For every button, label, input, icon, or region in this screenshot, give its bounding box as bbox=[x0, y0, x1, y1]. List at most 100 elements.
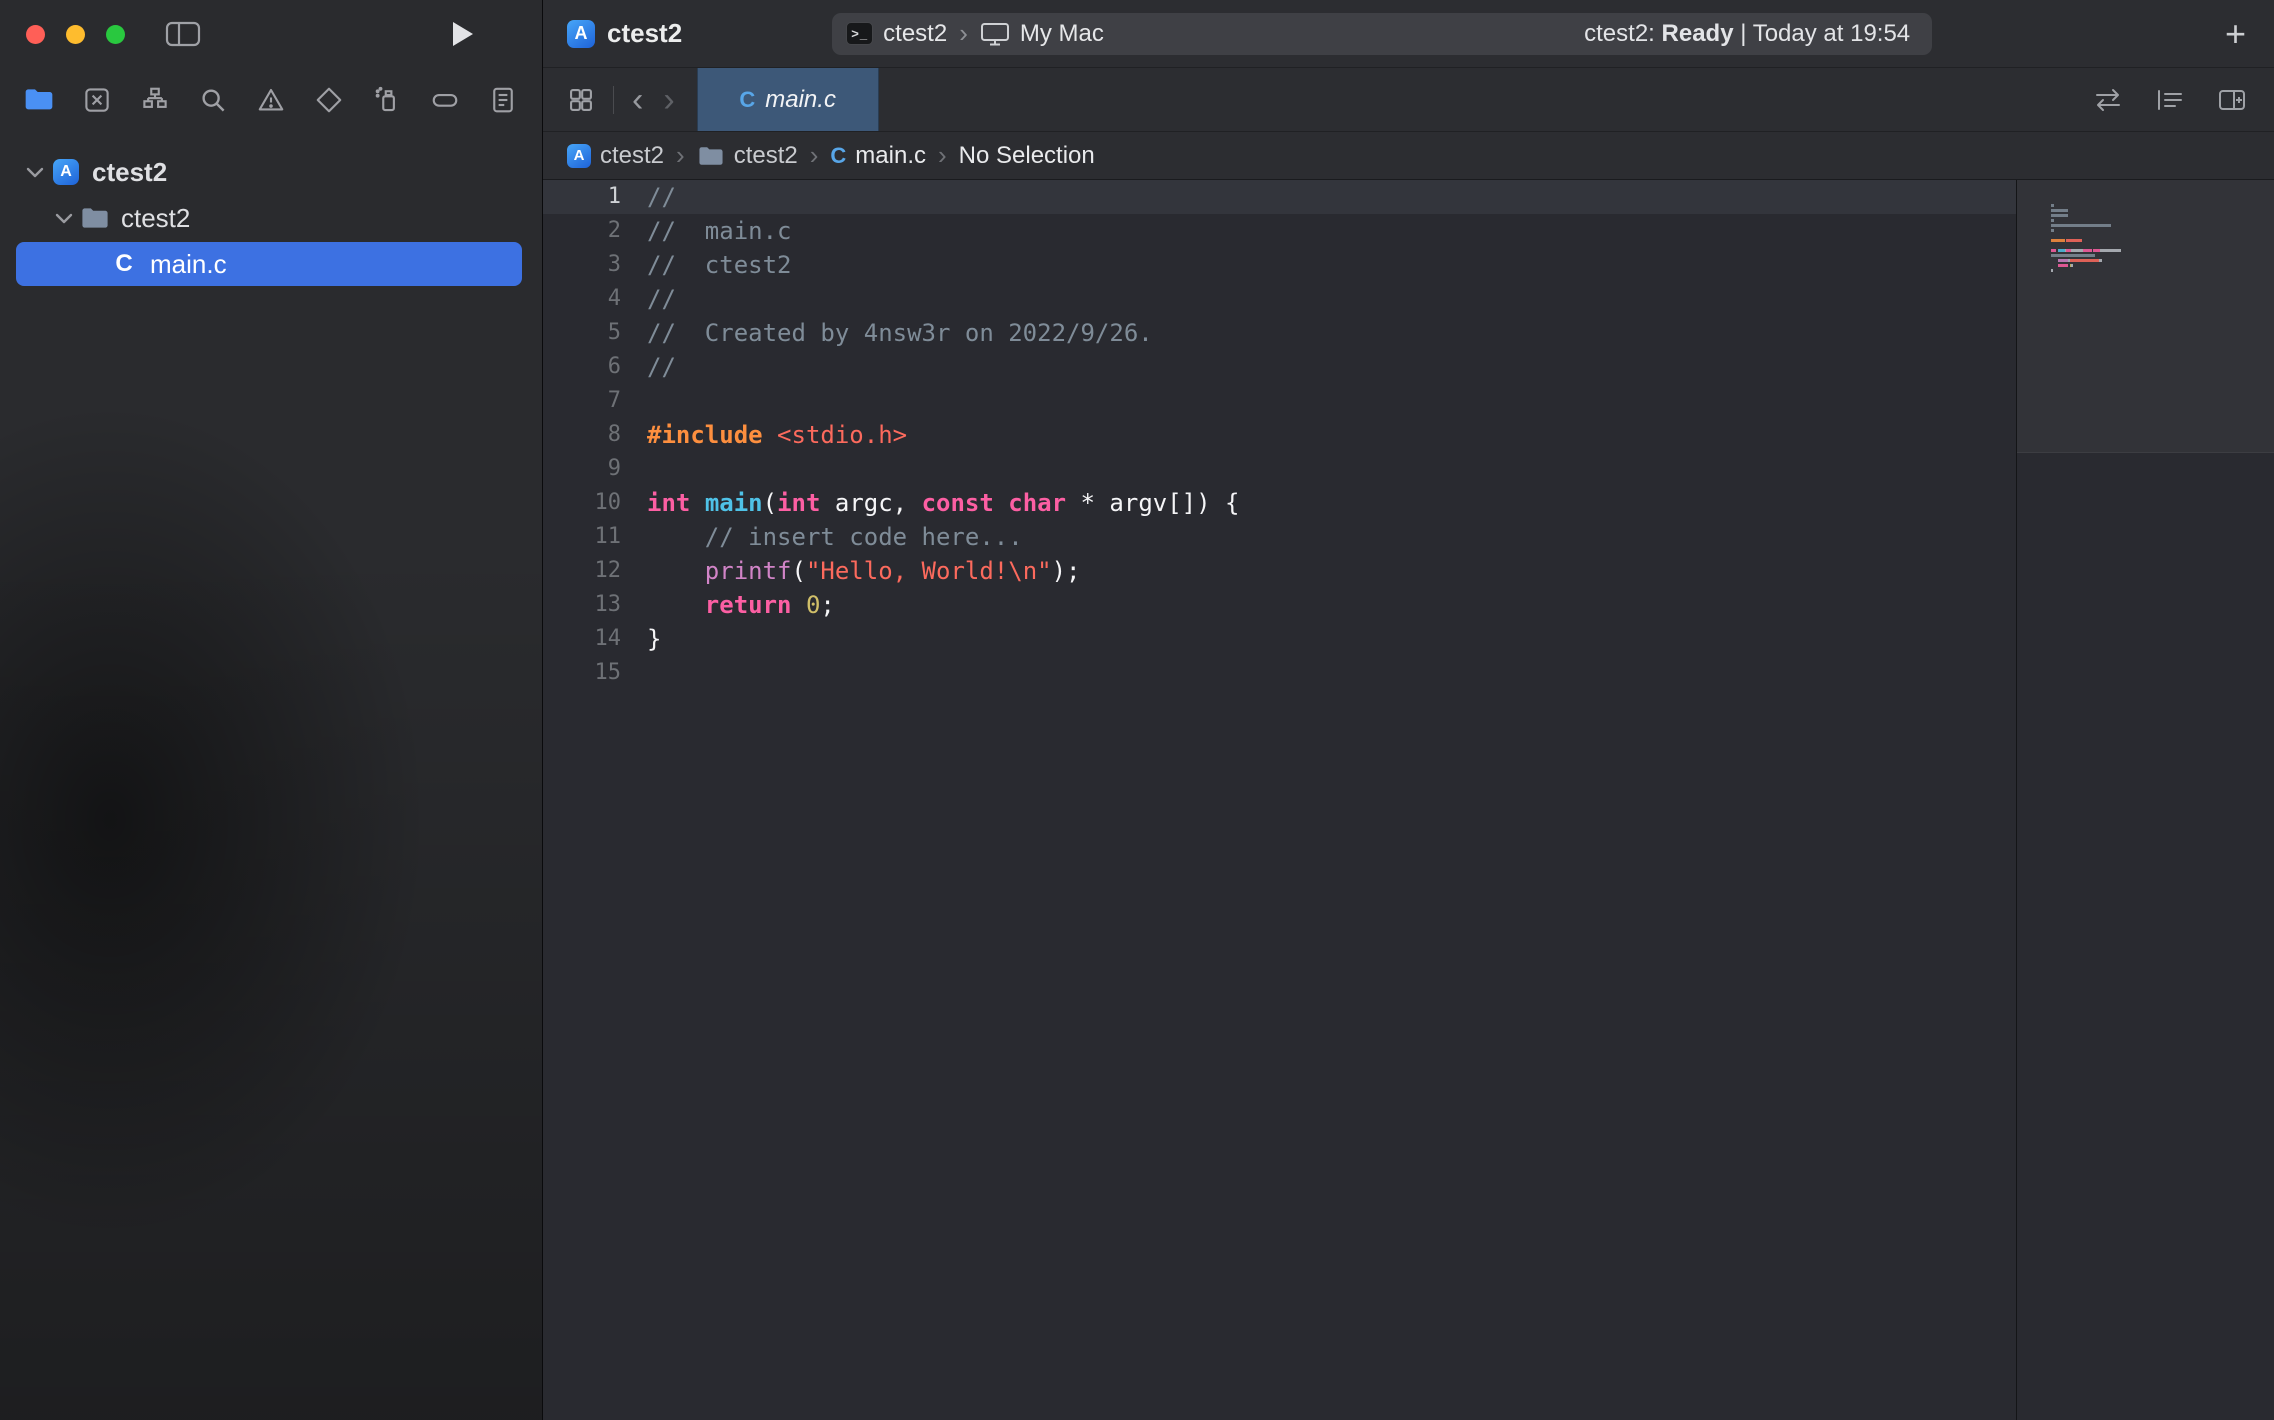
jump-bar: A ctest2 › ctest2 › C main.c › No Select… bbox=[543, 132, 2274, 180]
xcode-project-icon: A bbox=[567, 20, 595, 48]
tab-label: main.c bbox=[765, 86, 836, 114]
project-navigator-icon[interactable] bbox=[18, 79, 60, 121]
test-navigator-icon[interactable] bbox=[308, 79, 350, 121]
sidebar-toolbar bbox=[0, 0, 542, 68]
terminal-icon: >_ bbox=[846, 22, 873, 45]
tree-label: main.c bbox=[150, 249, 227, 280]
mac-display-icon bbox=[980, 21, 1010, 47]
disclosure-chevron-icon[interactable] bbox=[49, 212, 79, 224]
breadcrumb-project[interactable]: A ctest2 bbox=[567, 142, 664, 170]
run-button[interactable] bbox=[450, 20, 474, 48]
scheme-target-label: ctest2 bbox=[883, 20, 947, 48]
line-number: 11 bbox=[543, 520, 621, 554]
code-line[interactable]: 5// Created by 4nsw3r on 2022/9/26. bbox=[543, 316, 2016, 350]
breakpoint-navigator-icon[interactable] bbox=[424, 79, 466, 121]
code-line[interactable]: 9 bbox=[543, 452, 2016, 486]
line-number: 9 bbox=[543, 452, 621, 486]
line-number: 14 bbox=[543, 622, 621, 656]
editor-area: A ctest2 >_ ctest2 › My Mac bbox=[543, 0, 2274, 1420]
source-control-navigator-icon[interactable] bbox=[76, 79, 118, 121]
xcode-window: A ctest2 ctest2 C bbox=[0, 0, 2274, 1420]
line-number: 7 bbox=[543, 384, 621, 418]
scheme-destination-label: My Mac bbox=[1020, 20, 1104, 48]
sidebar-toggle-icon[interactable] bbox=[165, 20, 201, 48]
code-line[interactable]: 14} bbox=[543, 622, 2016, 656]
navigator-tab-bar bbox=[0, 68, 542, 132]
chevron-separator-icon: › bbox=[938, 140, 947, 171]
chevron-separator-icon: › bbox=[810, 140, 819, 171]
line-number: 12 bbox=[543, 554, 621, 588]
code-line[interactable]: 12 printf("Hello, World!\n"); bbox=[543, 554, 2016, 588]
add-editor-split-icon[interactable] bbox=[2216, 84, 2248, 116]
c-file-icon: C bbox=[739, 87, 755, 113]
back-button[interactable]: ‹ bbox=[630, 83, 645, 117]
editor-options bbox=[2092, 68, 2274, 131]
code-line[interactable]: 8#include <stdio.h> bbox=[543, 418, 2016, 452]
window-toolbar: A ctest2 >_ ctest2 › My Mac bbox=[543, 0, 2274, 68]
chevron-separator-icon: › bbox=[676, 140, 685, 171]
close-button[interactable] bbox=[26, 25, 45, 44]
code-line[interactable]: 15 bbox=[543, 656, 2016, 690]
code-lines[interactable]: 1//2// main.c3// ctest24//5// Created by… bbox=[543, 180, 2016, 1420]
traffic-lights bbox=[26, 25, 125, 44]
c-file-icon: C bbox=[108, 250, 140, 278]
activity-status[interactable]: ctest2: Ready | Today at 19:54 bbox=[1584, 20, 1918, 48]
minimap-lines bbox=[2051, 204, 2121, 279]
minimize-button[interactable] bbox=[66, 25, 85, 44]
chevron-separator-icon: › bbox=[959, 18, 968, 49]
find-navigator-icon[interactable] bbox=[192, 79, 234, 121]
code-line[interactable]: 6// bbox=[543, 350, 2016, 384]
line-number: 8 bbox=[543, 418, 621, 452]
related-items-grid-icon[interactable] bbox=[565, 84, 597, 116]
tree-label: ctest2 bbox=[121, 203, 190, 234]
symbol-navigator-icon[interactable] bbox=[134, 79, 176, 121]
tree-row-file-main-c[interactable]: C main.c bbox=[16, 242, 522, 286]
navigator-sidebar: A ctest2 ctest2 C bbox=[0, 0, 543, 1420]
disclosure-chevron-icon[interactable] bbox=[20, 166, 50, 178]
debug-navigator-icon[interactable] bbox=[366, 79, 408, 121]
issue-navigator-icon[interactable] bbox=[250, 79, 292, 121]
line-number: 3 bbox=[543, 248, 621, 282]
scheme-selector[interactable]: >_ ctest2 › My Mac bbox=[846, 18, 1104, 49]
zoom-button[interactable] bbox=[106, 25, 125, 44]
line-number: 2 bbox=[543, 214, 621, 248]
code-line[interactable]: 3// ctest2 bbox=[543, 248, 2016, 282]
file-tree: A ctest2 ctest2 C bbox=[0, 150, 542, 288]
code-line[interactable]: 7 bbox=[543, 384, 2016, 418]
adjust-editor-options-icon[interactable] bbox=[2154, 84, 2186, 116]
line-number: 13 bbox=[543, 588, 621, 622]
xcode-project-icon: A bbox=[50, 159, 82, 185]
code-line[interactable]: 1// bbox=[543, 180, 2016, 214]
tree-label: ctest2 bbox=[92, 157, 167, 188]
window-project-title: A ctest2 bbox=[567, 18, 682, 49]
line-number: 10 bbox=[543, 486, 621, 520]
code-line[interactable]: 2// main.c bbox=[543, 214, 2016, 248]
code-review-swap-icon[interactable] bbox=[2092, 84, 2124, 116]
divider bbox=[613, 86, 614, 114]
line-number: 4 bbox=[543, 282, 621, 316]
code-line[interactable]: 4// bbox=[543, 282, 2016, 316]
scheme-status-bar[interactable]: >_ ctest2 › My Mac ctest2: Ready | bbox=[832, 13, 1932, 55]
editor-tab-main-c[interactable]: C main.c bbox=[697, 68, 879, 131]
line-number: 1 bbox=[543, 180, 621, 214]
library-plus-button[interactable]: + bbox=[2221, 16, 2250, 52]
line-number: 6 bbox=[543, 350, 621, 384]
tab-bar-controls: ‹ › bbox=[543, 68, 677, 131]
xcode-project-icon: A bbox=[567, 144, 591, 168]
folder-icon bbox=[697, 145, 725, 167]
code-line[interactable]: 13 return 0; bbox=[543, 588, 2016, 622]
folder-icon bbox=[79, 206, 111, 230]
tree-row-project-ctest2[interactable]: A ctest2 bbox=[16, 150, 522, 194]
line-number: 5 bbox=[543, 316, 621, 350]
line-number: 15 bbox=[543, 656, 621, 690]
editor-tab-bar: ‹ › C main.c bbox=[543, 68, 2274, 132]
forward-button[interactable]: › bbox=[661, 83, 676, 117]
code-line[interactable]: 11 // insert code here... bbox=[543, 520, 2016, 554]
tree-row-group-ctest2[interactable]: ctest2 bbox=[16, 196, 522, 240]
breadcrumb-group[interactable]: ctest2 bbox=[697, 142, 798, 170]
minimap[interactable] bbox=[2016, 180, 2274, 1420]
code-line[interactable]: 10int main(int argc, const char * argv[]… bbox=[543, 486, 2016, 520]
breadcrumb-selection[interactable]: No Selection bbox=[959, 142, 1095, 170]
breadcrumb-file[interactable]: C main.c bbox=[830, 142, 926, 170]
report-navigator-icon[interactable] bbox=[482, 79, 524, 121]
